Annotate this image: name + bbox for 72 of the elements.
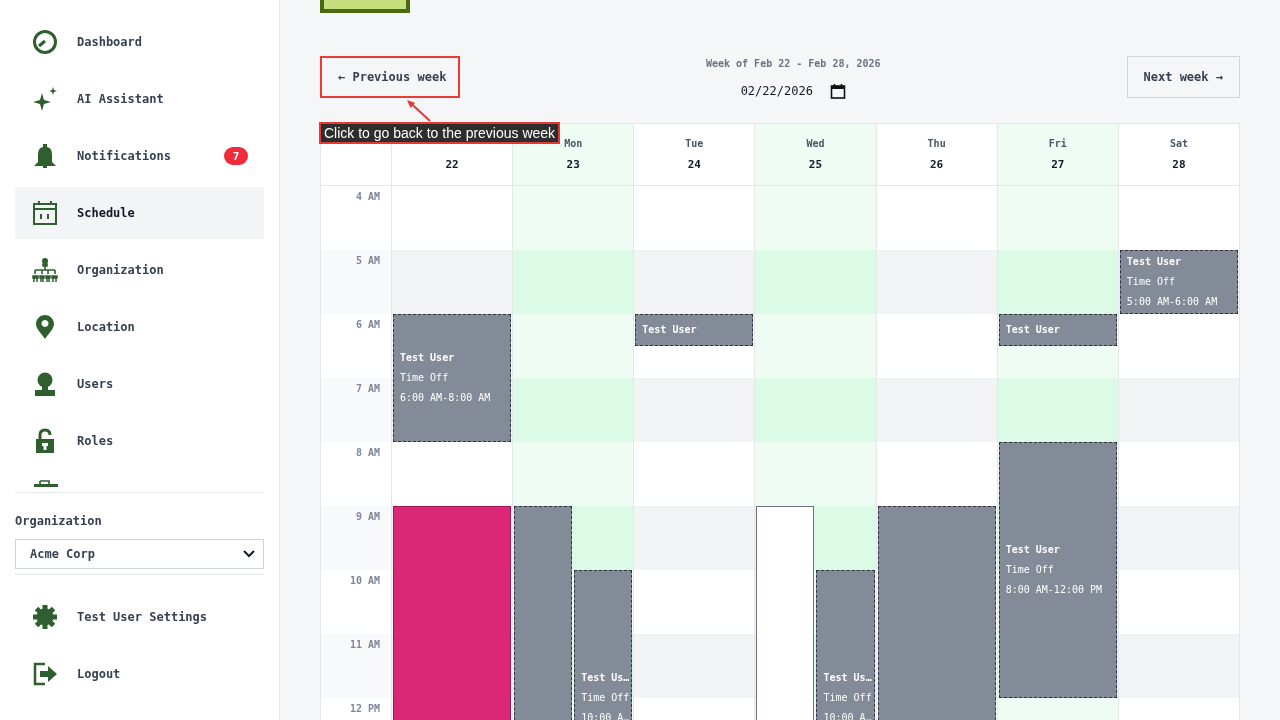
day-date: 24 xyxy=(687,157,701,173)
day-date: 23 xyxy=(566,157,580,173)
time-label: 5 AM xyxy=(355,255,380,267)
calendar-icon xyxy=(32,200,58,226)
time-label: 12 PM xyxy=(349,703,380,715)
time-label: 6 AM xyxy=(355,319,380,331)
time-label: 7 AM xyxy=(355,383,380,395)
sidebar-item[interactable]: Logout xyxy=(15,648,264,700)
event-title: Test User xyxy=(642,323,698,337)
sidebar-item[interactable]: Dashboard xyxy=(15,16,264,68)
sidebar-item-label: Schedule xyxy=(77,206,136,220)
briefcase-icon xyxy=(32,480,58,487)
sidebar-item[interactable]: Schedule xyxy=(15,187,264,239)
previous-week-button[interactable]: ← Previous week xyxy=(320,56,460,98)
organization-label: Organization xyxy=(15,513,103,529)
day-name: Mon xyxy=(564,137,583,151)
sidebar-item-label: Organization xyxy=(77,263,165,277)
sidebar-item-label: Roles xyxy=(77,434,115,448)
event-time: 5:00 AM-6:00 AM xyxy=(1126,295,1219,309)
sidebar-item[interactable]: Test User Settings xyxy=(15,591,264,643)
sidebar-item-label: Dashboard xyxy=(77,35,144,49)
event-time: 8:00 AM-12:00 PM xyxy=(1005,583,1104,597)
event-title: Test User xyxy=(1005,323,1061,337)
sidebar-item[interactable]: Roles xyxy=(15,415,264,467)
day-name: Sat xyxy=(1169,137,1188,151)
day-date: 28 xyxy=(1172,157,1186,173)
user-icon xyxy=(32,371,58,397)
org-chart-icon xyxy=(32,257,58,283)
event-title: Test User xyxy=(1005,543,1061,557)
sidebar-item-label: Test User Settings xyxy=(77,610,209,624)
day-name: Thu xyxy=(927,137,946,151)
organization-select[interactable]: Acme Corp xyxy=(15,539,264,569)
day-date: 27 xyxy=(1051,157,1065,173)
sidebar-item-label: Location xyxy=(77,320,136,334)
notification-badge: 7 xyxy=(224,147,248,165)
date-field[interactable]: 02/22/2026 xyxy=(740,81,846,101)
sidebar-item[interactable]: Notifications 7 xyxy=(15,130,264,182)
sidebar-item-label: AI Assistant xyxy=(77,92,165,106)
time-label: 11 AM xyxy=(349,639,380,651)
sidebar-item[interactable]: Users xyxy=(15,358,264,410)
event-time: 6:00 AM-8:00 AM xyxy=(400,391,492,405)
gauge-icon xyxy=(32,29,58,55)
tooltip: Click to go back to the previous week xyxy=(319,122,561,144)
week-range-label: Week of Feb 22 - Feb 28, 2026 xyxy=(705,57,881,71)
calendar-icon xyxy=(829,83,846,99)
time-label: 8 AM xyxy=(355,447,380,459)
sidebar-item[interactable]: Location xyxy=(15,301,264,353)
event-title: Test User xyxy=(1126,255,1183,269)
event-title: Test User xyxy=(400,351,456,365)
day-date: 25 xyxy=(808,157,823,173)
bell-icon xyxy=(32,143,58,169)
sidebar-item[interactable]: AI Assistant xyxy=(15,73,264,125)
day-date: 26 xyxy=(930,157,944,173)
time-label: 4 AM xyxy=(355,191,380,203)
logout-icon xyxy=(32,661,58,687)
sidebar-item-label: Users xyxy=(77,377,115,391)
day-name: Fri xyxy=(1048,137,1067,151)
event-type: Time Off xyxy=(400,371,450,385)
sidebar-item[interactable]: Organization xyxy=(15,244,264,296)
event-type: Time Off xyxy=(1126,275,1176,289)
day-date: 22 xyxy=(445,157,459,173)
event-type: Time Off xyxy=(1005,563,1055,577)
time-label: 10 AM xyxy=(349,575,380,587)
sidebar-item-label: Notifications xyxy=(77,149,172,163)
day-name: Tue xyxy=(685,137,704,151)
next-week-button[interactable]: Next week → xyxy=(1126,56,1240,98)
sidebar-item-label: Logout xyxy=(77,667,122,681)
sparkle-icon xyxy=(32,86,58,112)
time-label: 9 AM xyxy=(355,511,380,523)
arrow-icon xyxy=(406,99,431,122)
day-name: Wed xyxy=(806,137,825,151)
chevron-down-icon xyxy=(243,550,255,558)
